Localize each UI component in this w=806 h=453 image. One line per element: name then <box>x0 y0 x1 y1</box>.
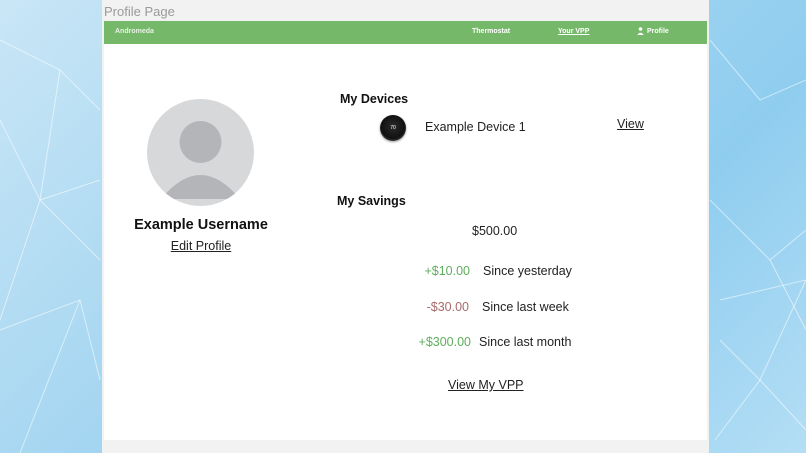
thermostat-icon: 70 <box>380 115 406 141</box>
thermostat-temp: 70 <box>390 125 396 131</box>
nav-your-vpp-link[interactable]: Your VPP <box>558 28 589 35</box>
avatar-placeholder-icon <box>161 121 240 199</box>
nav-profile-label: Profile <box>647 27 669 35</box>
nav-thermostat-link[interactable]: Thermostat <box>472 28 510 35</box>
top-navbar: Andromeda Thermostat Your VPP Profile <box>104 21 707 44</box>
device-name: Example Device 1 <box>425 120 526 134</box>
savings-amount: +$300.00 <box>418 335 471 349</box>
savings-total: $500.00 <box>472 224 518 238</box>
edit-profile-link[interactable]: Edit Profile <box>150 239 252 253</box>
user-icon <box>637 27 644 35</box>
brand-link[interactable]: Andromeda <box>115 28 154 35</box>
nav-profile-link[interactable]: Profile <box>637 27 669 35</box>
my-devices-heading: My Devices <box>340 92 409 106</box>
view-device-link[interactable]: View <box>617 117 644 131</box>
savings-amount: -$30.00 <box>426 300 469 314</box>
username: Example Username <box>134 217 268 233</box>
page-label: Profile Page <box>104 4 175 19</box>
savings-period: Since last week <box>482 300 569 314</box>
view-my-vpp-link[interactable]: View My VPP <box>448 378 524 392</box>
avatar <box>147 99 254 206</box>
my-savings-heading: My Savings <box>337 194 406 208</box>
savings-amount: +$10.00 <box>424 264 470 278</box>
savings-period: Since yesterday <box>483 264 572 278</box>
savings-period: Since last month <box>479 335 572 349</box>
